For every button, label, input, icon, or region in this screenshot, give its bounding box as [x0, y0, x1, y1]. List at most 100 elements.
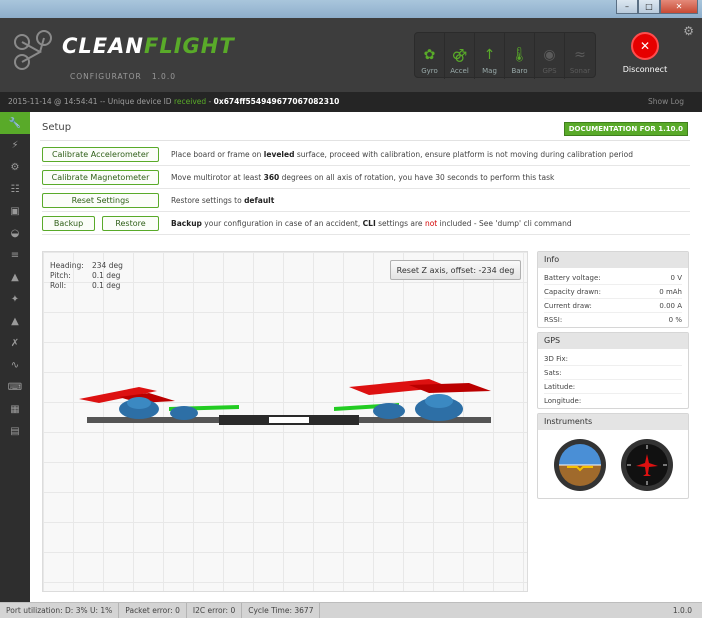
- port-utilization: Port utilization: D: 3% U: 1%: [0, 603, 120, 618]
- tab-logging[interactable]: ⌨: [0, 376, 30, 398]
- battery-voltage-row: Battery voltage: 0 V: [544, 271, 682, 285]
- sensor-gyro: ✿ Gyro: [415, 33, 445, 79]
- receiver-icon: ▣: [10, 205, 20, 217]
- minimize-button[interactable]: –: [616, 0, 638, 14]
- tab-ports[interactable]: ⚡: [0, 134, 30, 156]
- satellite-icon: ✦: [10, 293, 20, 305]
- sensor-gps: ◉ GPS: [535, 33, 565, 79]
- backup-button[interactable]: Backup: [42, 216, 95, 231]
- instruments-panel: Instruments: [537, 413, 689, 499]
- servo-icon: ▲: [11, 271, 19, 283]
- accel-icon: ⚣: [451, 47, 468, 63]
- motor-icon: ▲: [11, 315, 19, 327]
- terminal-icon: ▤: [10, 425, 20, 437]
- page-title: Setup: [42, 122, 72, 133]
- disconnect-button[interactable]: ✕ Disconnect: [616, 32, 674, 74]
- cycle-time: Cycle Time: 3677: [242, 603, 321, 618]
- setup-tab-content: Setup DOCUMENTATION FOR 1.10.0 Calibrate…: [30, 112, 702, 602]
- calibrate-mag-row: Calibrate Magnetometer Move multirotor a…: [42, 167, 690, 189]
- i2c-error: I2C error: 0: [187, 603, 243, 618]
- gps-panel-title: GPS: [538, 333, 688, 349]
- instruments-panel-title: Instruments: [538, 414, 688, 430]
- plug-icon: ⚡: [11, 139, 19, 151]
- app-logo-text: CLEANFLIGHT: [62, 34, 235, 58]
- tab-gps[interactable]: ✦: [0, 288, 30, 310]
- reset-settings-button[interactable]: Reset Settings: [42, 193, 159, 208]
- rssi-row: RSSI: 0 %: [544, 316, 682, 324]
- calibrate-mag-description: Move multirotor at least 360 degrees on …: [171, 173, 555, 182]
- roll-value: 0.1 deg: [92, 281, 121, 290]
- reset-z-axis-button[interactable]: Reset Z axis, offset: -234 deg: [390, 260, 521, 280]
- tab-receiver[interactable]: ▣: [0, 200, 30, 222]
- current-draw-row: Current draw: 0.00 A: [544, 299, 682, 313]
- info-panel-title: Info: [538, 252, 688, 268]
- tab-modes[interactable]: ◒: [0, 222, 30, 244]
- documentation-button[interactable]: DOCUMENTATION FOR 1.10.0: [563, 122, 688, 136]
- status-timestamp: 2015-11-14 @ 14:54:41: [8, 97, 98, 106]
- packet-error: Packet error: 0: [119, 603, 187, 618]
- backup-description: Backup your configuration in case of an …: [171, 219, 572, 228]
- calibrate-accelerometer-button[interactable]: Calibrate Accelerometer: [42, 147, 159, 162]
- attitude-indicator-icon: [553, 439, 606, 491]
- window-titlebar: – □ ✕: [0, 0, 702, 18]
- tab-setup[interactable]: 🔧: [0, 112, 30, 134]
- tab-cli[interactable]: ▤: [0, 420, 30, 442]
- keyboard-icon: ⌨: [7, 381, 23, 393]
- tab-adjustments[interactable]: ≡: [0, 244, 30, 266]
- baro-icon: 🌡: [510, 47, 529, 63]
- tab-servos[interactable]: ▲: [0, 266, 30, 288]
- calibrate-accel-row: Calibrate Accelerometer Place board or f…: [42, 144, 690, 166]
- app-subtitle: CONFIGURATOR 1.0.0: [70, 72, 176, 81]
- attitude-readout: Heading: 234 deg Pitch: 0.1 deg Roll: 0.1 d…: [50, 261, 123, 290]
- title-divider: [40, 140, 690, 141]
- sensor-status-bar: ✿ Gyro ⚣ Accel ↑ Mag 🌡 Baro ◉ GPS ≈ Sona…: [414, 32, 596, 79]
- tab-power[interactable]: ☷: [0, 178, 30, 200]
- sensor-baro: 🌡 Baro: [505, 33, 535, 79]
- model-3d-view[interactable]: Heading: 234 deg Pitch: 0.1 deg Roll: 0.1 d…: [42, 251, 528, 592]
- tab-dataflash[interactable]: ▦: [0, 398, 30, 420]
- status-line: 2015-11-14 @ 14:54:41 -- Unique device I…: [0, 92, 702, 112]
- calibrate-magnetometer-button[interactable]: Calibrate Magnetometer: [42, 170, 159, 185]
- gps-longitude-row: Longitude:: [544, 397, 582, 405]
- capacity-drawn-row: Capacity drawn: 0 mAh: [544, 285, 682, 299]
- maximize-button[interactable]: □: [638, 0, 660, 14]
- tab-motors[interactable]: ▲: [0, 310, 30, 332]
- led-icon: ✗: [10, 337, 20, 349]
- tab-configuration[interactable]: ⚙: [0, 156, 30, 178]
- quadcopter-model-icon: [79, 379, 491, 425]
- tab-led[interactable]: ✗: [0, 332, 30, 354]
- show-log-link[interactable]: Show Log: [648, 92, 684, 112]
- status-text: -- Unique device ID: [99, 97, 172, 106]
- status-received: received: [173, 97, 207, 106]
- heading-indicator-icon: [620, 439, 673, 491]
- sensor-accel: ⚣ Accel: [445, 33, 475, 79]
- usb-plug-icon: ✕: [631, 32, 659, 60]
- bottom-status-bar: Port utilization: D: 3% U: 1% Packet err…: [0, 602, 702, 618]
- gear-icon[interactable]: ⚙: [683, 24, 694, 38]
- reset-settings-row: Reset Settings Restore settings to defau…: [42, 190, 690, 212]
- backup-row: Backup Restore Backup your configuration…: [42, 213, 690, 235]
- window-controls: – □ ✕: [616, 0, 698, 15]
- pitch-value: 0.1 deg: [92, 271, 121, 280]
- calibrate-accel-description: Place board or frame on leveled surface,…: [171, 150, 633, 159]
- sensor-mag: ↑ Mag: [475, 33, 505, 79]
- gear-icon: ⚙: [10, 161, 20, 173]
- mag-icon: ↑: [483, 47, 496, 63]
- reset-settings-description: Restore settings to default: [171, 196, 275, 205]
- toggle-icon: ◒: [10, 227, 20, 239]
- tree-icon: ☷: [10, 183, 20, 195]
- wrench-icon: 🔧: [8, 117, 22, 129]
- restore-button[interactable]: Restore: [102, 216, 159, 231]
- tab-sensors[interactable]: ∿: [0, 354, 30, 376]
- device-id: 0x674ff554949677067082310: [213, 97, 340, 106]
- info-panel: Info Battery voltage: 0 V Capacity drawn:…: [537, 251, 689, 328]
- gps-sats-row: Sats:: [544, 366, 682, 380]
- gyro-icon: ✿: [423, 47, 436, 63]
- sidebar-tabs: 🔧 ⚡ ⚙ ☷ ▣ ◒ ≡ ▲ ✦ ▲ ✗ ∿ ⌨ ▦ ▤: [0, 112, 30, 602]
- gps-panel: GPS 3D Fix: Sats: Latitude: Longitude:: [537, 332, 689, 409]
- close-window-button[interactable]: ✕: [660, 0, 698, 14]
- gps-icon: ◉: [543, 47, 556, 63]
- chip-icon: ▦: [10, 403, 20, 415]
- sliders-icon: ≡: [10, 249, 20, 261]
- gps-3d-fix-row: 3D Fix:: [544, 352, 682, 366]
